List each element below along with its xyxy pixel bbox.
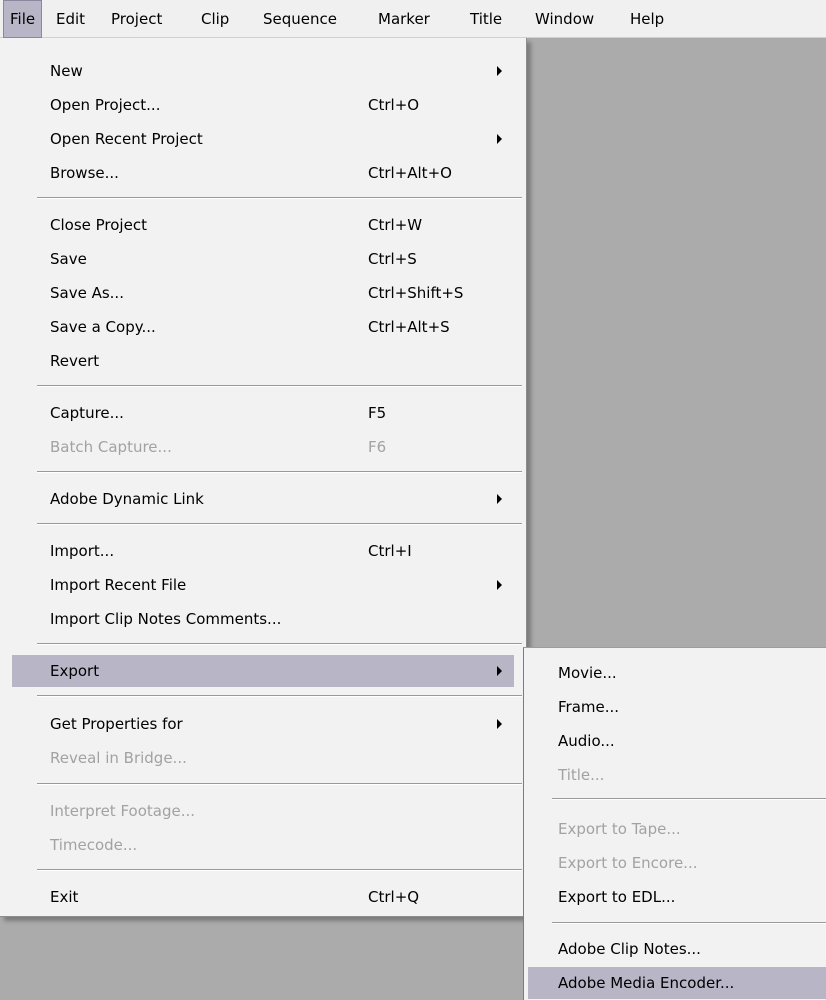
submenu-item-export-to-tape: Export to Tape... [528, 813, 822, 845]
menu-item-label: Adobe Dynamic Link [50, 490, 204, 508]
menu-item-timecode: Timecode... [12, 829, 514, 861]
menu-item-new[interactable]: New [12, 55, 514, 87]
submenu-item-adobe-clip-notes[interactable]: Adobe Clip Notes... [528, 933, 822, 965]
menu-item-capture[interactable]: Capture... F5 [12, 397, 514, 429]
menu-item-shortcut: F5 [368, 404, 387, 422]
submenu-arrow-icon [497, 494, 502, 504]
menu-item-label: Movie... [558, 664, 617, 682]
menu-item-shortcut: Ctrl+S [368, 250, 417, 268]
menu-file[interactable]: File [3, 0, 43, 38]
menu-item-revert[interactable]: Revert [12, 345, 514, 377]
menu-separator [37, 783, 522, 785]
menu-item-label: Export to EDL... [558, 888, 676, 906]
menu-separator [552, 922, 826, 924]
menu-item-reveal-in-bridge: Reveal in Bridge... [12, 742, 514, 774]
menu-item-open-recent-project[interactable]: Open Recent Project [12, 123, 514, 155]
menu-item-label: Revert [50, 352, 100, 370]
menu-item-label: Capture... [50, 404, 124, 422]
menu-item-label: Import Clip Notes Comments... [50, 610, 282, 628]
menu-window[interactable]: Window [527, 0, 602, 38]
menu-item-label: Export to Tape... [558, 820, 681, 838]
menu-item-save-as[interactable]: Save As... Ctrl+Shift+S [12, 277, 514, 309]
submenu-arrow-icon [497, 580, 502, 590]
menu-item-label: Save [50, 250, 87, 268]
menu-item-label: Adobe Clip Notes... [558, 940, 701, 958]
submenu-item-movie[interactable]: Movie... [528, 657, 822, 689]
menu-item-save-a-copy[interactable]: Save a Copy... Ctrl+Alt+S [12, 311, 514, 343]
menu-item-open-project[interactable]: Open Project... Ctrl+O [12, 89, 514, 121]
menu-edit[interactable]: Edit [48, 0, 93, 38]
menu-item-shortcut: Ctrl+W [368, 216, 423, 234]
menu-item-label: Import... [50, 542, 115, 560]
menu-help[interactable]: Help [622, 0, 672, 38]
submenu-arrow-icon [497, 666, 502, 676]
menu-item-batch-capture: Batch Capture... F6 [12, 431, 514, 463]
menu-item-interpret-footage: Interpret Footage... [12, 795, 514, 827]
menu-item-close-project[interactable]: Close Project Ctrl+W [12, 209, 514, 241]
submenu-item-export-to-edl[interactable]: Export to EDL... [528, 881, 822, 913]
menu-item-label: Open Project... [50, 96, 161, 114]
menu-item-exit[interactable]: Exit Ctrl+Q [12, 881, 514, 913]
menu-item-label: Interpret Footage... [50, 802, 196, 820]
submenu-arrow-icon [497, 66, 502, 76]
menu-item-label: Adobe Media Encoder... [558, 974, 735, 992]
submenu-arrow-icon [497, 134, 502, 144]
file-menu: New Open Project... Ctrl+O Open Recent P… [0, 38, 527, 917]
menu-separator [37, 523, 522, 525]
menu-item-label: Frame... [558, 698, 620, 716]
menu-item-import-clip-notes-comments[interactable]: Import Clip Notes Comments... [12, 603, 514, 635]
menu-item-shortcut: Ctrl+Alt+S [368, 318, 450, 336]
menu-item-export[interactable]: Export [12, 655, 514, 687]
submenu-item-export-to-encore: Export to Encore... [528, 847, 822, 879]
menu-item-shortcut: Ctrl+Alt+O [368, 164, 452, 182]
menu-clip[interactable]: Clip [193, 0, 237, 38]
menu-item-label: Reveal in Bridge... [50, 749, 187, 767]
menu-project[interactable]: Project [103, 0, 170, 38]
menu-separator [37, 197, 522, 199]
menu-title[interactable]: Title [462, 0, 510, 38]
menu-item-shortcut: Ctrl+I [368, 542, 412, 560]
menu-separator [37, 695, 522, 697]
menu-item-adobe-dynamic-link[interactable]: Adobe Dynamic Link [12, 483, 514, 515]
menu-sequence[interactable]: Sequence [255, 0, 345, 38]
menu-item-shortcut: F6 [368, 438, 387, 456]
submenu-item-frame[interactable]: Frame... [528, 691, 822, 723]
menu-item-import-recent-file[interactable]: Import Recent File [12, 569, 514, 601]
menu-item-label: Browse... [50, 164, 119, 182]
menu-item-label: Save a Copy... [50, 318, 156, 336]
menu-separator [37, 869, 522, 871]
menu-item-label: Save As... [50, 284, 124, 302]
menu-item-label: Close Project [50, 216, 147, 234]
menu-item-shortcut: Ctrl+Shift+S [368, 284, 464, 302]
menu-item-label: Export to Encore... [558, 854, 698, 872]
menu-item-import[interactable]: Import... Ctrl+I [12, 535, 514, 567]
menu-item-label: Audio... [558, 732, 615, 750]
menu-item-browse[interactable]: Browse... Ctrl+Alt+O [12, 157, 514, 189]
menu-bar: File Edit Project Clip Sequence Marker T… [0, 0, 826, 38]
menu-item-shortcut: Ctrl+Q [368, 888, 420, 906]
submenu-item-title: Title... [528, 759, 822, 791]
menu-item-label: Open Recent Project [50, 130, 203, 148]
menu-item-shortcut: Ctrl+O [368, 96, 420, 114]
menu-item-label: New [50, 62, 83, 80]
menu-item-save[interactable]: Save Ctrl+S [12, 243, 514, 275]
menu-item-get-properties-for[interactable]: Get Properties for [12, 708, 514, 740]
menu-separator [37, 643, 522, 645]
menu-separator [552, 798, 826, 800]
menu-item-label: Get Properties for [50, 715, 183, 733]
menu-separator [37, 471, 522, 473]
menu-item-label: Exit [50, 888, 79, 906]
menu-item-label: Export [50, 662, 100, 680]
menu-separator [37, 385, 522, 387]
submenu-item-adobe-media-encoder[interactable]: Adobe Media Encoder... [528, 967, 826, 999]
export-submenu: Movie... Frame... Audio... Title... Expo… [523, 647, 826, 1000]
menu-marker[interactable]: Marker [370, 0, 438, 38]
menu-item-label: Timecode... [50, 836, 138, 854]
submenu-item-audio[interactable]: Audio... [528, 725, 822, 757]
menu-item-label: Import Recent File [50, 576, 187, 594]
submenu-arrow-icon [497, 719, 502, 729]
menu-item-label: Title... [558, 766, 605, 784]
menu-item-label: Batch Capture... [50, 438, 172, 456]
